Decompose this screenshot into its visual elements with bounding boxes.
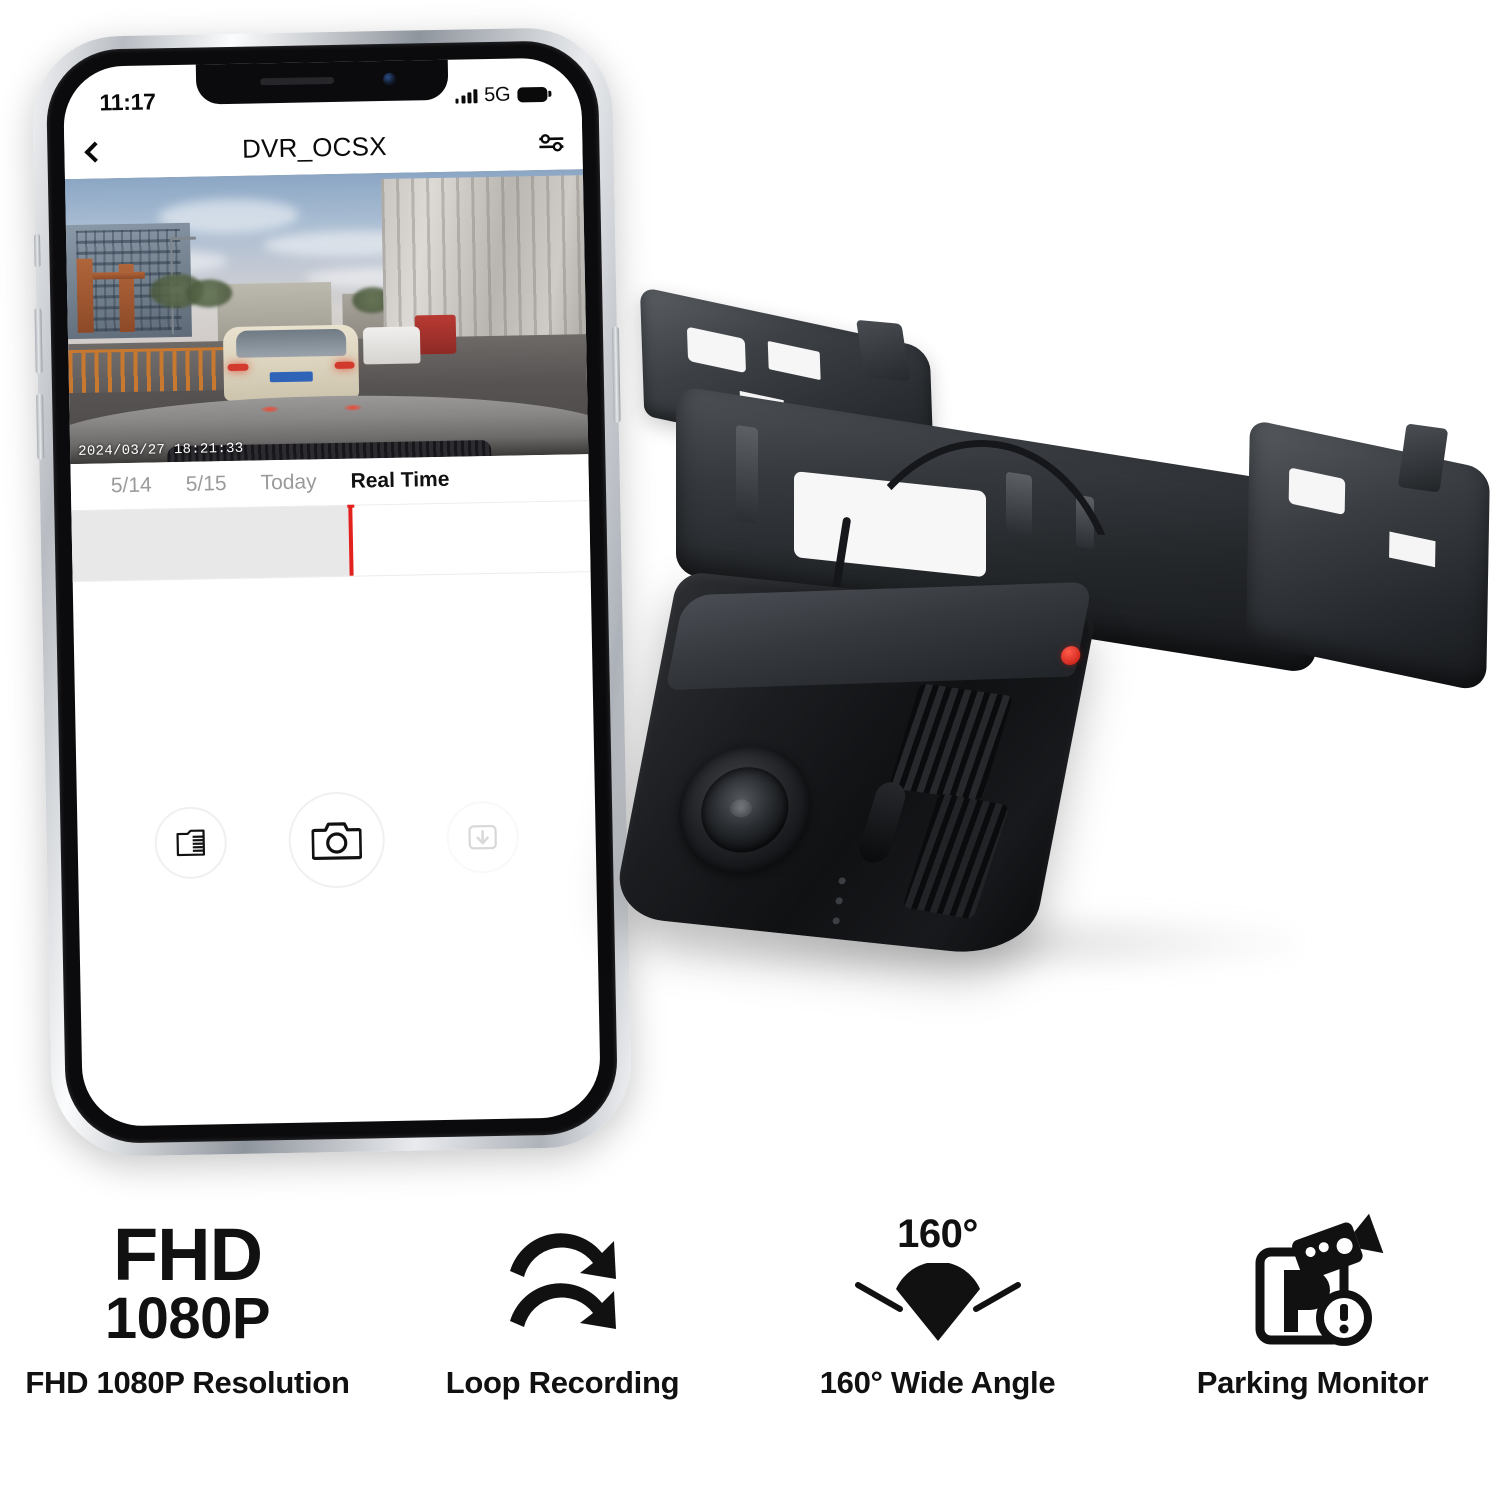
timeline-tab-3[interactable]: Real Time (350, 468, 449, 494)
timeline-tab-2[interactable]: Today (260, 470, 316, 495)
bracket-rib (736, 424, 758, 525)
feature-label-fhd: FHD 1080P Resolution (25, 1365, 350, 1400)
sd-card-icon (176, 829, 206, 857)
windshield-reflection (343, 404, 361, 411)
download-icon (468, 824, 497, 850)
sd-card-button[interactable] (154, 806, 228, 880)
status-bar-clock: 11:17 (99, 87, 156, 115)
camera-housing (611, 570, 1097, 960)
car-rear-window (235, 329, 347, 359)
red-truck (414, 314, 457, 355)
license-plate (269, 371, 314, 382)
fhd-1080p-text-icon: FHD 1080P (104, 1205, 271, 1365)
earpiece-speaker-icon (260, 76, 335, 86)
parking-monitor-glyph (1255, 1214, 1383, 1346)
product-marketing-image: 11:17 5G DVR_OCSX 2024/03/27 18:21:33 5/… (0, 0, 1500, 1500)
video-timestamp-overlay: 2024/03/27 18:21:33 (78, 440, 244, 460)
camera-icon (311, 822, 363, 861)
sliders-settings-icon (539, 134, 564, 152)
windshield-reflection (260, 405, 279, 412)
dashcam-footage (64, 169, 589, 465)
battery-full-icon (517, 86, 548, 102)
dash-cam-product-photo (611, 286, 1500, 1020)
camera-vent-grille (902, 792, 1010, 920)
playback-controls (77, 787, 597, 893)
camera-lens-bezel (667, 738, 822, 881)
tail-light (227, 363, 249, 371)
parking-monitor-icon (1238, 1205, 1388, 1365)
timeline-tab-1[interactable]: 5/15 (185, 472, 226, 497)
status-bar-indicators: 5G (455, 82, 548, 107)
phone-metal-frame: 11:17 5G DVR_OCSX 2024/03/27 18:21:33 5/… (31, 26, 633, 1158)
feature-highlights-row: FHD 1080P FHD 1080P Resolution Loop Reco… (0, 1205, 1500, 1465)
phone-body: 11:17 5G DVR_OCSX 2024/03/27 18:21:33 5/… (45, 39, 619, 1145)
capture-photo-button[interactable] (287, 791, 386, 889)
loop-arrows-icon (490, 1205, 636, 1365)
phone-notch (195, 57, 449, 105)
smartphone-mockup: 11:17 5G DVR_OCSX 2024/03/27 18:21:33 5/… (25, 20, 647, 1171)
camera-lens-glass (693, 762, 796, 857)
loop-arrows-glyph (509, 1233, 616, 1329)
phone-volume-down-button[interactable] (36, 393, 45, 460)
bracket-clip (1397, 423, 1449, 493)
camera-microphone-holes (837, 876, 847, 886)
wide-angle-fan-icon: 160° (848, 1205, 1028, 1365)
download-button[interactable] (445, 800, 520, 874)
feature-label-parking: Parking Monitor (1196, 1365, 1429, 1400)
scaffolding (76, 258, 95, 333)
timeline-scrubber[interactable] (71, 489, 591, 583)
fhd-icon-line1: FHD (112, 1213, 263, 1297)
wide-angle-degree-label: 160° (897, 1211, 978, 1256)
phone-mute-switch[interactable] (33, 233, 41, 268)
feature-wide-angle: 160° 160° Wide Angle (750, 1205, 1125, 1401)
feature-parking-monitor: Parking Monitor (1125, 1205, 1500, 1401)
phone-volume-up-button[interactable] (34, 307, 43, 374)
white-car (363, 326, 421, 365)
front-camera-icon (382, 72, 397, 86)
network-type-label: 5G (483, 83, 511, 106)
chevron-left-icon (84, 140, 106, 163)
page-title: DVR_OCSX (241, 130, 387, 164)
feature-loop-recording: Loop Recording (375, 1205, 750, 1401)
wide-angle-fan-glyph (854, 1262, 1021, 1341)
back-button[interactable] (64, 140, 120, 163)
signal-bars-icon (455, 88, 478, 104)
feature-label-wide-angle: 160° Wide Angle (819, 1365, 1056, 1400)
timeline-tab-0[interactable]: 5/14 (111, 474, 152, 499)
live-video-preview[interactable]: 2024/03/27 18:21:33 (64, 169, 589, 465)
camera-card-slot (855, 779, 910, 866)
timeline-recorded-segment (71, 505, 350, 582)
phone-screen: 11:17 5G DVR_OCSX 2024/03/27 18:21:33 5/… (62, 57, 602, 1127)
camera-vent-grille (888, 683, 1014, 801)
settings-button[interactable] (520, 130, 582, 155)
tail-light (334, 361, 355, 369)
scaffolding (92, 271, 145, 280)
lead-car (223, 324, 360, 402)
feature-label-loop: Loop Recording (445, 1365, 680, 1400)
feature-fhd-resolution: FHD 1080P FHD 1080P Resolution (0, 1205, 375, 1401)
fhd-icon-line2: 1080P (104, 1286, 271, 1352)
camera-top-face (665, 581, 1093, 691)
app-header: DVR_OCSX (63, 115, 583, 180)
